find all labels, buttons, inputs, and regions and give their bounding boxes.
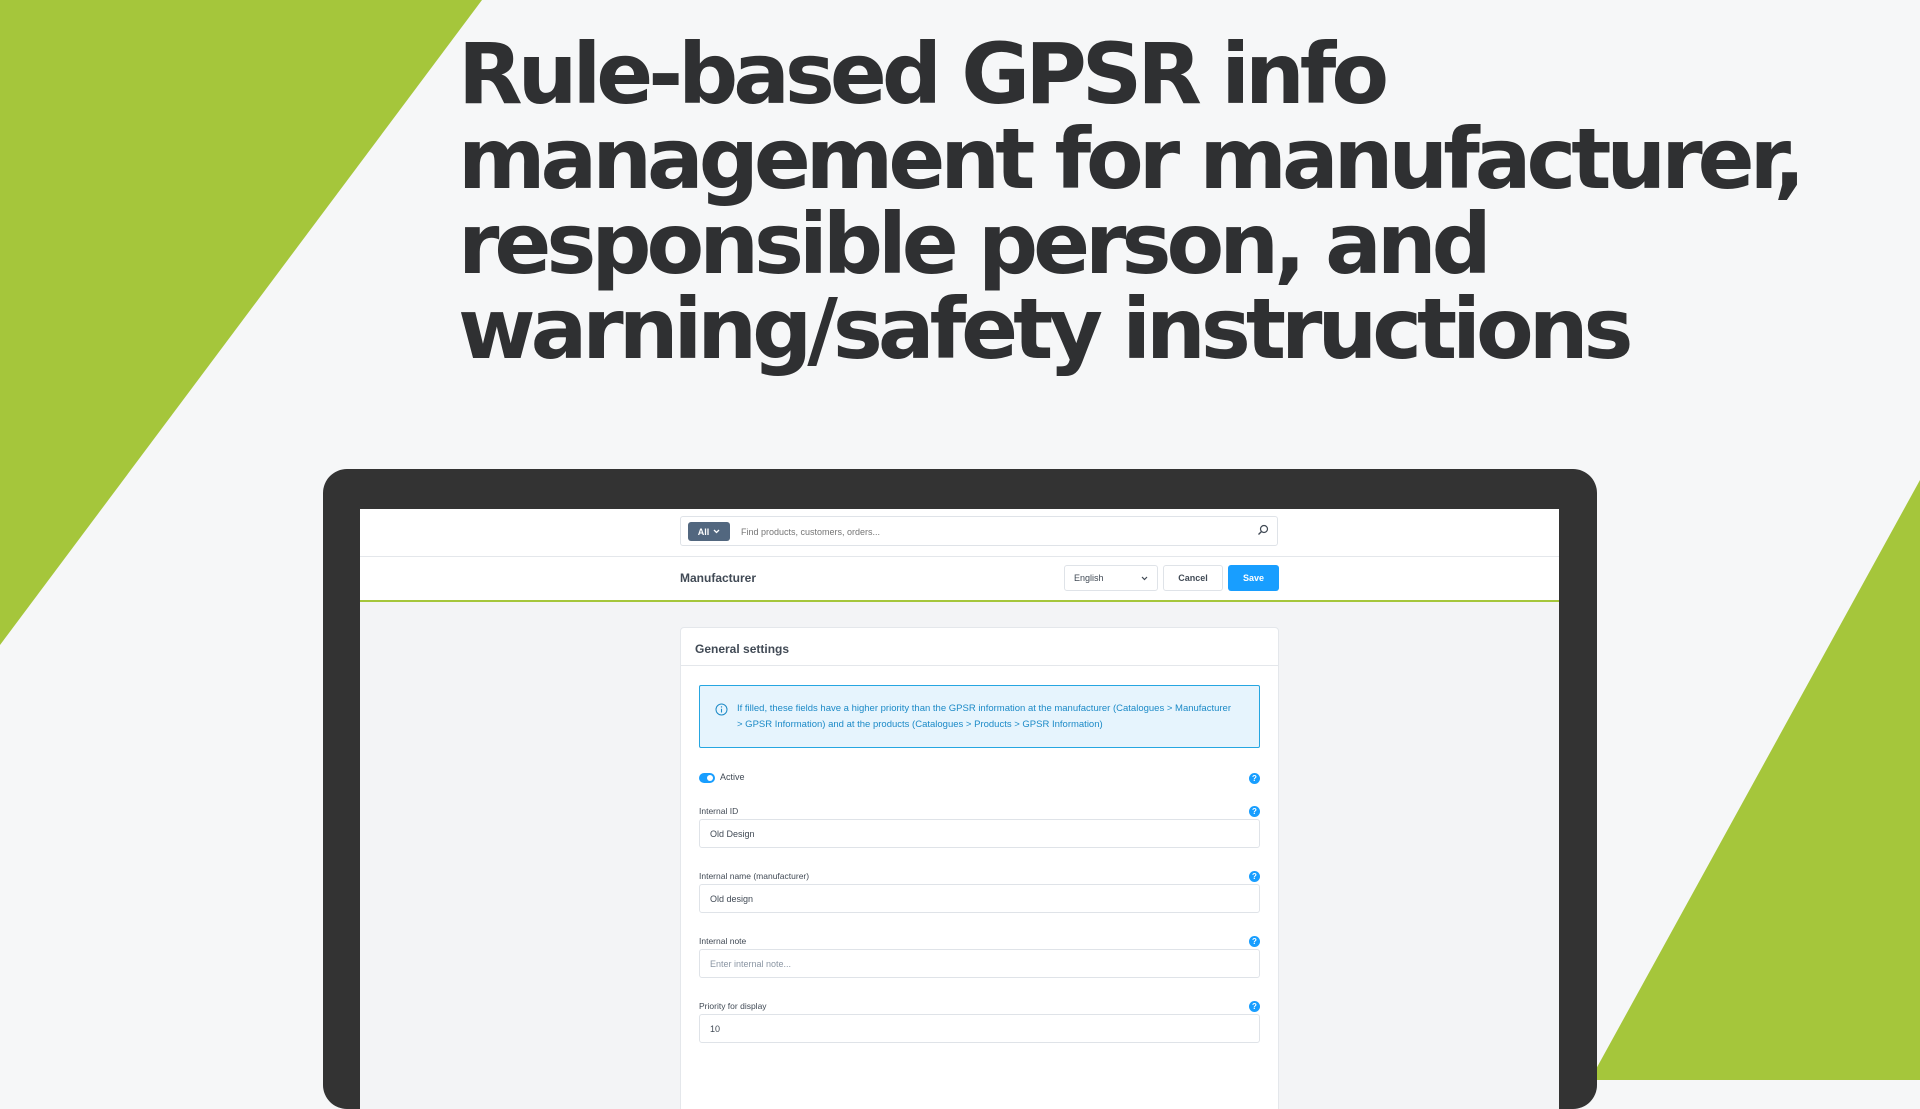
info-alert-text: If filled, these fields have a higher pr… <box>737 703 1231 730</box>
save-button[interactable]: Save <box>1228 565 1279 591</box>
general-settings-card: General settings If filled, these fields… <box>680 627 1279 1109</box>
priority-input[interactable] <box>699 1014 1260 1043</box>
page-toolbar: Manufacturer English Cancel Save <box>360 557 1559 602</box>
help-icon[interactable]: ? <box>1249 936 1260 947</box>
headline-line-2: management for manufacturer, <box>458 110 1806 208</box>
card-title: General settings <box>681 628 1278 666</box>
help-icon[interactable]: ? <box>1249 806 1260 817</box>
active-toggle-label: Active <box>720 772 745 782</box>
info-alert: If filled, these fields have a higher pr… <box>699 685 1260 748</box>
help-icon[interactable]: ? <box>1249 871 1260 882</box>
internal-name-label: Internal name (manufacturer) <box>699 871 810 881</box>
headline: Rule-based GPSR info management for manu… <box>458 32 1898 372</box>
language-select-value: English <box>1074 573 1104 583</box>
internal-note-input[interactable] <box>699 949 1260 978</box>
internal-id-label: Internal ID <box>699 806 739 816</box>
search-scope-label: All <box>697 526 710 537</box>
active-toggle[interactable] <box>699 773 715 783</box>
global-search: All <box>680 516 1278 546</box>
headline-line-3: responsible person, and <box>458 195 1492 293</box>
page-title: Manufacturer <box>680 571 757 585</box>
help-icon[interactable]: ? <box>1249 773 1260 784</box>
internal-id-input[interactable] <box>699 819 1260 848</box>
language-select[interactable]: English <box>1064 565 1158 591</box>
priority-label: Priority for display <box>699 1001 767 1011</box>
search-input[interactable] <box>739 521 1243 543</box>
app-screen: All Manufacturer English Cancel Save Gen… <box>360 509 1559 1109</box>
headline-line-1: Rule-based GPSR info <box>458 25 1389 123</box>
top-bar: All <box>360 509 1559 557</box>
info-circle-icon <box>715 703 728 716</box>
internal-note-label: Internal note <box>699 936 747 946</box>
headline-line-4: warning/safety instructions <box>458 280 1634 378</box>
cancel-button[interactable]: Cancel <box>1163 565 1223 591</box>
search-scope-dropdown[interactable]: All <box>688 522 730 541</box>
internal-name-input[interactable] <box>699 884 1260 913</box>
chevron-down-icon <box>1141 576 1148 580</box>
green-triangle-right <box>1590 480 1920 1080</box>
chevron-down-icon <box>713 529 720 534</box>
search-icon[interactable] <box>1257 524 1269 536</box>
help-icon[interactable]: ? <box>1249 1001 1260 1012</box>
